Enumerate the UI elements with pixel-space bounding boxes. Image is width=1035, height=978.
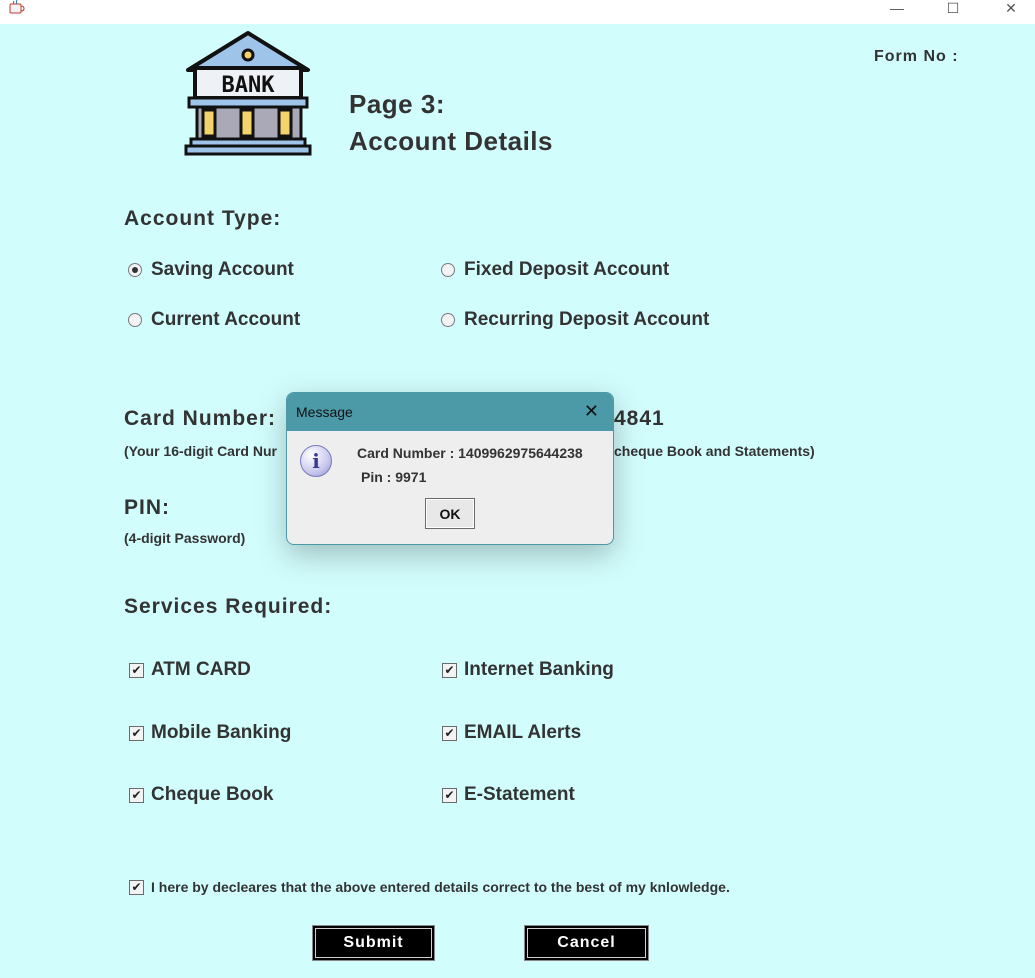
checkbox-mobile-banking[interactable]: ✔ Mobile Banking bbox=[129, 722, 291, 744]
info-icon: i bbox=[300, 445, 332, 477]
dialog-pin-text: Pin : 9971 bbox=[361, 469, 427, 485]
minimize-button[interactable]: — bbox=[874, 0, 920, 24]
cancel-button[interactable]: Cancel bbox=[524, 925, 649, 961]
page-title: Page 3: Account Details bbox=[349, 86, 553, 160]
radio-unselected-icon bbox=[441, 263, 455, 277]
checkbox-email-alerts[interactable]: ✔ EMAIL Alerts bbox=[442, 722, 581, 744]
checkbox-declaration[interactable]: ✔ I here by decleares that the above ent… bbox=[129, 879, 730, 895]
radio-current-account[interactable]: Current Account bbox=[128, 309, 300, 331]
form-no-label: Form No : bbox=[874, 48, 959, 65]
pin-label: PIN: bbox=[124, 496, 170, 519]
card-number-note: (Your 16-digit Card Nur bbox=[124, 443, 277, 459]
declaration-label: I here by decleares that the above enter… bbox=[151, 879, 730, 895]
bank-logo-text: BANK bbox=[222, 73, 276, 98]
checkbox-checked-icon: ✔ bbox=[129, 725, 144, 741]
submit-button[interactable]: Submit bbox=[312, 925, 435, 961]
dialog-close-icon[interactable]: ✕ bbox=[584, 402, 599, 420]
checkbox-label: EMAIL Alerts bbox=[464, 722, 582, 743]
checkbox-checked-icon: ✔ bbox=[442, 787, 457, 803]
dialog-card-number-text: Card Number : 1409962975644238 bbox=[357, 445, 583, 461]
pin-note: (4-digit Password) bbox=[124, 530, 246, 546]
checkbox-cheque-book[interactable]: ✔ Cheque Book bbox=[129, 784, 273, 806]
minimize-icon: — bbox=[890, 0, 904, 16]
page-title-line1: Page 3: bbox=[349, 89, 445, 119]
radio-label: Recurring Deposit Account bbox=[464, 309, 710, 330]
radio-unselected-icon bbox=[128, 313, 142, 327]
close-icon: ✕ bbox=[1005, 0, 1017, 16]
radio-label: Saving Account bbox=[151, 259, 294, 280]
window-titlebar: — ☐ ✕ bbox=[0, 0, 1035, 24]
checkbox-label: Mobile Banking bbox=[151, 722, 292, 743]
page-title-line2: Account Details bbox=[349, 126, 553, 156]
close-window-button[interactable]: ✕ bbox=[988, 0, 1034, 24]
dialog-titlebar: Message ✕ bbox=[287, 393, 613, 431]
checkbox-label: E-Statement bbox=[464, 784, 575, 805]
account-type-heading: Account Type: bbox=[124, 207, 282, 230]
services-heading: Services Required: bbox=[124, 595, 333, 618]
checkbox-checked-icon: ✔ bbox=[442, 725, 457, 741]
checkbox-label: ATM CARD bbox=[151, 659, 251, 680]
checkbox-label: Internet Banking bbox=[464, 659, 614, 680]
checkbox-e-statement[interactable]: ✔ E-Statement bbox=[442, 784, 575, 806]
card-number-label: Card Number: bbox=[124, 407, 277, 430]
radio-recurring-deposit-account[interactable]: Recurring Deposit Account bbox=[441, 309, 709, 331]
bank-logo-icon: BANK bbox=[184, 31, 312, 156]
message-dialog: Message ✕ i Card Number : 14099629756442… bbox=[286, 392, 614, 545]
maximize-button[interactable]: ☐ bbox=[930, 0, 976, 24]
java-app-icon bbox=[9, 0, 25, 14]
checkbox-checked-icon: ✔ bbox=[129, 787, 144, 803]
checkbox-internet-banking[interactable]: ✔ Internet Banking bbox=[442, 659, 614, 681]
card-number-note-continued: cheque Book and Statements) bbox=[614, 443, 815, 459]
dialog-title: Message bbox=[296, 404, 353, 420]
checkbox-checked-icon: ✔ bbox=[129, 662, 144, 678]
checkbox-label: Cheque Book bbox=[151, 784, 274, 805]
radio-label: Current Account bbox=[151, 309, 301, 330]
card-number-value: 4841 bbox=[614, 407, 665, 430]
checkbox-atm-card[interactable]: ✔ ATM CARD bbox=[129, 659, 251, 681]
radio-unselected-icon bbox=[441, 313, 455, 327]
checkbox-checked-icon: ✔ bbox=[129, 879, 144, 895]
maximize-icon: ☐ bbox=[946, 0, 960, 16]
radio-saving-account[interactable]: Saving Account bbox=[128, 259, 294, 281]
radio-selected-icon bbox=[128, 263, 142, 277]
checkbox-checked-icon: ✔ bbox=[442, 662, 457, 678]
radio-label: Fixed Deposit Account bbox=[464, 259, 670, 280]
ok-button[interactable]: OK bbox=[425, 498, 475, 529]
radio-fixed-deposit-account[interactable]: Fixed Deposit Account bbox=[441, 259, 669, 281]
